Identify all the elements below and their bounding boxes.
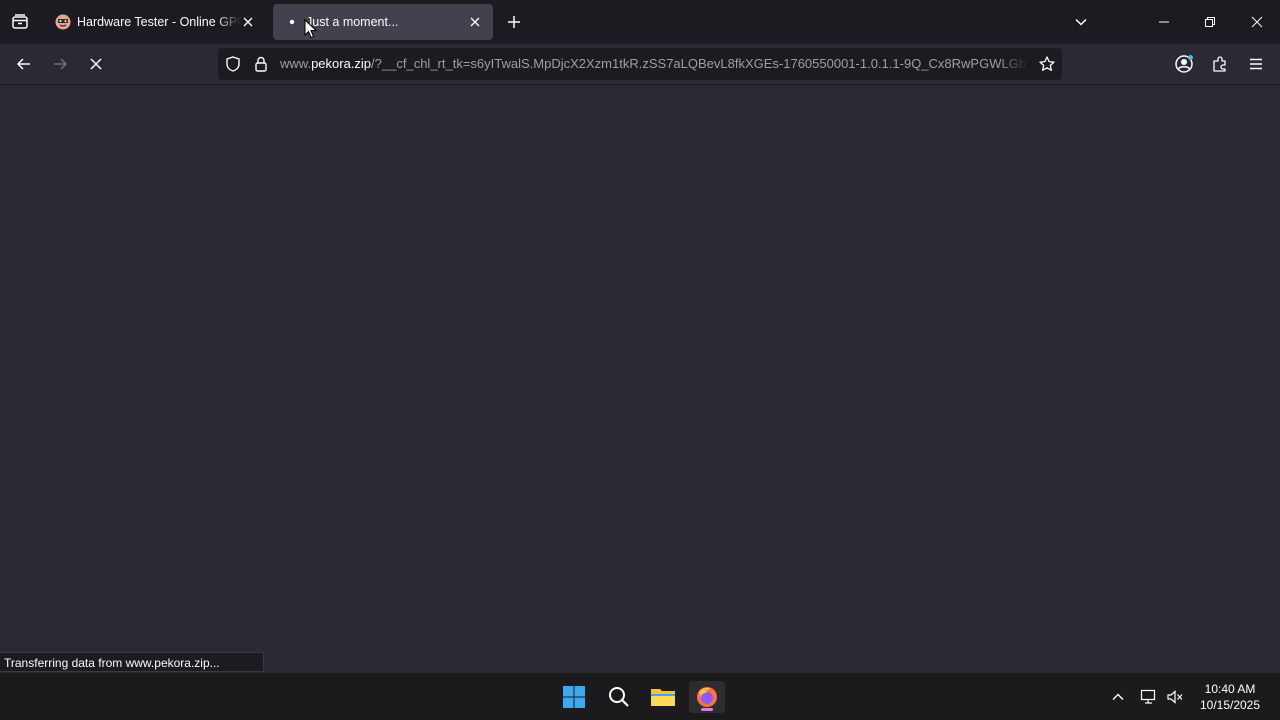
account-icon (1175, 55, 1193, 73)
back-arrow-icon (16, 58, 30, 70)
tracking-protection-shield-icon[interactable] (224, 55, 242, 73)
url-host: pekora.zip (311, 56, 372, 71)
account-button[interactable] (1172, 52, 1196, 76)
stop-icon (90, 58, 102, 70)
navigation-toolbar: www.pekora.zip/?__cf_chl_rt_tk=s6yITwalS… (0, 44, 1280, 85)
list-all-tabs-button[interactable] (1071, 12, 1091, 32)
minimize-button[interactable] (1152, 10, 1176, 34)
close-icon (1251, 16, 1263, 28)
windows-start-icon[interactable] (558, 681, 590, 713)
forward-arrow-icon (54, 58, 68, 70)
extensions-button[interactable] (1208, 52, 1232, 76)
search-icon[interactable] (603, 681, 635, 713)
taskbar: 10:40 AM 10/15/2025 (0, 672, 1280, 720)
chevron-down-icon (1075, 18, 1087, 26)
tab-title: Hardware Tester - Online GPU Test (77, 15, 241, 29)
tab-hardware-tester[interactable]: Hardware Tester - Online GPU Test (44, 4, 266, 40)
show-hidden-icons-chevron-icon[interactable] (1108, 687, 1128, 707)
plus-icon (508, 16, 520, 28)
mouse-cursor-icon (304, 19, 318, 39)
clock-date: 10/15/2025 (1199, 698, 1261, 712)
url-prefix: www. (280, 56, 312, 71)
minimize-icon (1159, 21, 1169, 23)
restore-button[interactable] (1198, 10, 1222, 34)
hardware-tester-favicon (55, 14, 71, 30)
url-text[interactable]: www.pekora.zip/?__cf_chl_rt_tk=s6yITwalS… (280, 56, 1028, 74)
active-app-indicator (701, 708, 713, 711)
file-explorer-icon[interactable] (647, 681, 679, 713)
bookmark-star-icon[interactable] (1038, 55, 1056, 73)
puzzle-icon (1213, 56, 1226, 72)
hamburger-menu-icon (1250, 58, 1262, 70)
tab-title: Just a moment... (306, 15, 399, 29)
firefox-view-button[interactable] (8, 10, 32, 34)
lock-icon[interactable] (252, 55, 270, 73)
forward-button[interactable] (48, 52, 72, 76)
app-menu-button[interactable] (1244, 52, 1268, 76)
clock-time: 10:40 AM (1204, 682, 1256, 696)
back-button[interactable] (12, 52, 36, 76)
volume-muted-icon[interactable] (1165, 687, 1185, 707)
firefox-icon[interactable] (689, 681, 725, 713)
status-panel: Transferring data from www.pekora.zip... (0, 652, 264, 672)
firefox-view-icon (12, 14, 28, 29)
tab-bar: Hardware Tester - Online GPU Test Just a… (0, 0, 1280, 44)
close-tab-icon[interactable] (240, 14, 256, 30)
system-clock[interactable]: 10:40 AM 10/15/2025 (1190, 681, 1270, 713)
restore-icon (1205, 17, 1215, 27)
network-icon[interactable] (1139, 687, 1159, 707)
loading-dot (284, 14, 300, 30)
stop-button[interactable] (84, 52, 108, 76)
new-tab-button[interactable] (504, 12, 524, 32)
close-window-button[interactable] (1245, 10, 1269, 34)
url-path: /?__cf_chl_rt_tk=s6yITwalS.MpDjcX2Xzm1tk… (371, 56, 1027, 71)
close-tab-icon[interactable] (467, 14, 483, 30)
address-bar[interactable]: www.pekora.zip/?__cf_chl_rt_tk=s6yITwalS… (218, 48, 1062, 80)
page-content (0, 85, 1280, 672)
